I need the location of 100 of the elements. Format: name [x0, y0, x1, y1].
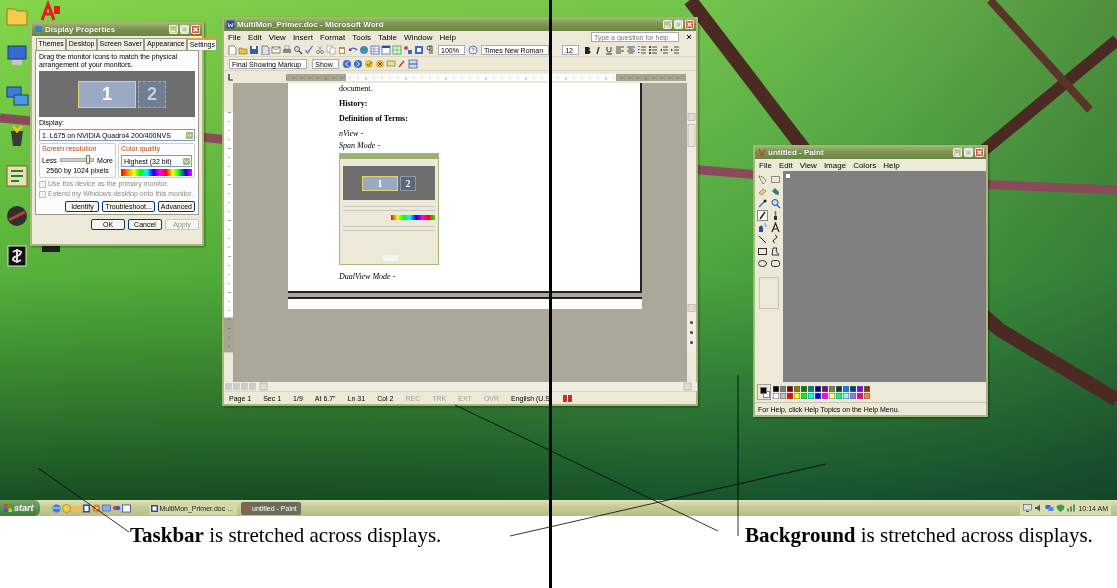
minimize-icon[interactable] — [953, 147, 962, 157]
clipboard-icon[interactable] — [337, 44, 347, 55]
color-swatch[interactable] — [850, 385, 856, 392]
menu-item[interactable]: Format — [319, 32, 346, 42]
shield-icon[interactable] — [1056, 504, 1066, 512]
menu-item[interactable]: Edit — [778, 160, 793, 170]
color-swatch[interactable] — [864, 392, 870, 399]
minimize-icon[interactable] — [169, 24, 178, 34]
color-swatch[interactable] — [829, 385, 835, 392]
color-swatch[interactable] — [801, 385, 807, 392]
pen-icon[interactable] — [396, 58, 407, 69]
network-icon[interactable] — [4, 83, 30, 109]
printer-icon[interactable] — [282, 44, 292, 55]
menu-item[interactable]: View — [268, 32, 286, 42]
shapes-icon[interactable] — [403, 44, 413, 55]
window-icon[interactable] — [121, 503, 131, 513]
pane-icon[interactable] — [407, 58, 418, 69]
color-swatch[interactable] — [822, 385, 828, 392]
color-swatch[interactable] — [829, 392, 835, 399]
horizontal-scrollbar[interactable] — [224, 382, 697, 391]
color-swatch[interactable] — [822, 392, 828, 399]
globe-icon[interactable] — [359, 44, 369, 55]
tab-stop-icon[interactable] — [226, 73, 234, 81]
pilcrow-icon[interactable] — [425, 44, 435, 55]
maximize-icon[interactable] — [180, 24, 189, 34]
document-icon[interactable] — [81, 503, 91, 513]
page-icon[interactable] — [227, 44, 237, 55]
tool-button[interactable] — [770, 258, 781, 269]
monitor-icon[interactable] — [1023, 504, 1033, 512]
color-swatch[interactable] — [857, 392, 863, 399]
color-swatch[interactable] — [787, 385, 793, 392]
color-swatch[interactable] — [843, 392, 849, 399]
help-icon[interactable] — [467, 44, 478, 55]
menu-item[interactable]: Window — [404, 32, 433, 42]
menu-item[interactable]: File — [759, 160, 772, 170]
tool-button[interactable] — [757, 210, 768, 221]
page-icon[interactable] — [260, 44, 270, 55]
menu-item[interactable]: Colors — [853, 160, 877, 170]
color-swatch[interactable] — [794, 392, 800, 399]
check-icon[interactable] — [304, 44, 314, 55]
window-icon[interactable] — [381, 44, 391, 55]
menu-item[interactable]: Insert — [292, 32, 313, 42]
tool-button[interactable] — [757, 198, 768, 209]
color-swatch[interactable] — [815, 392, 821, 399]
color-swatch[interactable] — [815, 385, 821, 392]
minimize-icon[interactable] — [663, 19, 672, 29]
numbered-list-icon[interactable] — [636, 44, 647, 55]
tool-button[interactable] — [770, 222, 781, 233]
menu-item[interactable]: Edit — [247, 32, 262, 42]
color-swatch[interactable] — [857, 385, 863, 392]
color-swatch[interactable] — [794, 385, 800, 392]
tool-button[interactable] — [757, 234, 768, 245]
align-left-icon[interactable] — [614, 44, 625, 55]
save-icon[interactable] — [249, 44, 259, 55]
tool-button[interactable] — [770, 246, 781, 257]
start-button[interactable]: start — [0, 500, 40, 516]
color-swatch[interactable] — [773, 385, 779, 392]
eraser-icon — [757, 186, 768, 197]
color-swatch[interactable] — [808, 385, 814, 392]
scissors-icon[interactable] — [315, 44, 325, 55]
menu-item[interactable]: Help — [883, 160, 900, 170]
globe-icon[interactable] — [51, 503, 61, 513]
disc-icon[interactable] — [4, 203, 30, 229]
magnifier-icon[interactable] — [293, 44, 303, 55]
resolution-slider[interactable] — [59, 158, 95, 162]
color-swatch[interactable] — [773, 392, 779, 399]
back-arrow-icon[interactable] — [341, 58, 352, 69]
color-swatch[interactable] — [780, 385, 786, 392]
chart-icon[interactable] — [1067, 504, 1077, 512]
menu-item[interactable]: Tools — [352, 32, 371, 42]
color-swatch[interactable] — [836, 392, 842, 399]
color-swatch[interactable] — [850, 392, 856, 399]
forward-arrow-icon[interactable] — [352, 58, 363, 69]
close-icon[interactable] — [686, 34, 692, 40]
slider-thumb[interactable] — [86, 155, 91, 164]
menu-item[interactable]: Help — [439, 32, 456, 42]
color-swatch[interactable] — [787, 392, 793, 399]
menu-item[interactable]: Image — [823, 160, 847, 170]
menu-item[interactable]: File — [228, 32, 241, 42]
media-icon[interactable] — [91, 503, 101, 513]
menu-item[interactable]: Table — [377, 32, 398, 42]
color-swatch[interactable] — [801, 392, 807, 399]
color-swatch[interactable] — [864, 385, 870, 392]
network-icon[interactable] — [1045, 504, 1055, 512]
tool-button[interactable] — [757, 246, 768, 257]
menu-item[interactable]: View — [799, 160, 817, 170]
align-center-icon[interactable] — [625, 44, 636, 55]
indent-icon[interactable] — [669, 44, 680, 55]
color-swatch[interactable] — [836, 385, 842, 392]
letter-icon — [770, 222, 781, 233]
bullet-list-icon[interactable] — [647, 44, 658, 55]
reject-icon[interactable] — [374, 58, 385, 69]
color-swatch[interactable] — [808, 392, 814, 399]
color-swatch[interactable] — [780, 392, 786, 399]
dollar-icon[interactable] — [4, 243, 30, 269]
color-swatch[interactable] — [843, 385, 849, 392]
accept-icon[interactable] — [363, 58, 374, 69]
maximize-icon[interactable] — [674, 19, 683, 29]
maximize-icon[interactable] — [964, 147, 973, 157]
desktop-icon[interactable] — [101, 503, 111, 513]
